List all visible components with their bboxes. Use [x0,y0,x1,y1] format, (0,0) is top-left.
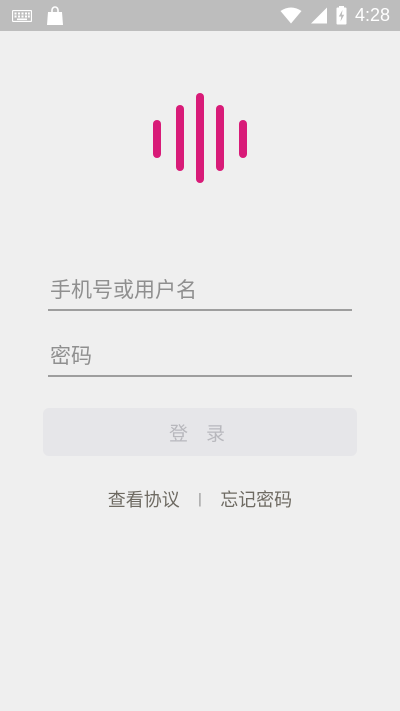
password-field [48,337,352,377]
forgot-password-link[interactable]: 忘记密码 [220,486,292,512]
signal-icon [310,7,328,24]
sound-wave-icon [148,90,252,186]
username-field [48,271,352,311]
username-input[interactable] [48,271,352,309]
links-divider: | [197,491,203,507]
battery-charging-icon [336,6,347,25]
wifi-icon [280,7,302,24]
links-row: 查看协议 | 忘记密码 [0,484,400,514]
view-agreement-link[interactable]: 查看协议 [108,486,180,512]
login-screen: 4:28 登 录 查看协议 | 忘记密码 [0,0,400,711]
status-bar: 4:28 [0,0,400,31]
password-input[interactable] [48,337,352,375]
keyboard-icon [12,9,32,22]
status-time: 4:28 [354,5,390,25]
shopping-bag-icon [46,5,64,26]
login-button[interactable]: 登 录 [43,408,357,456]
